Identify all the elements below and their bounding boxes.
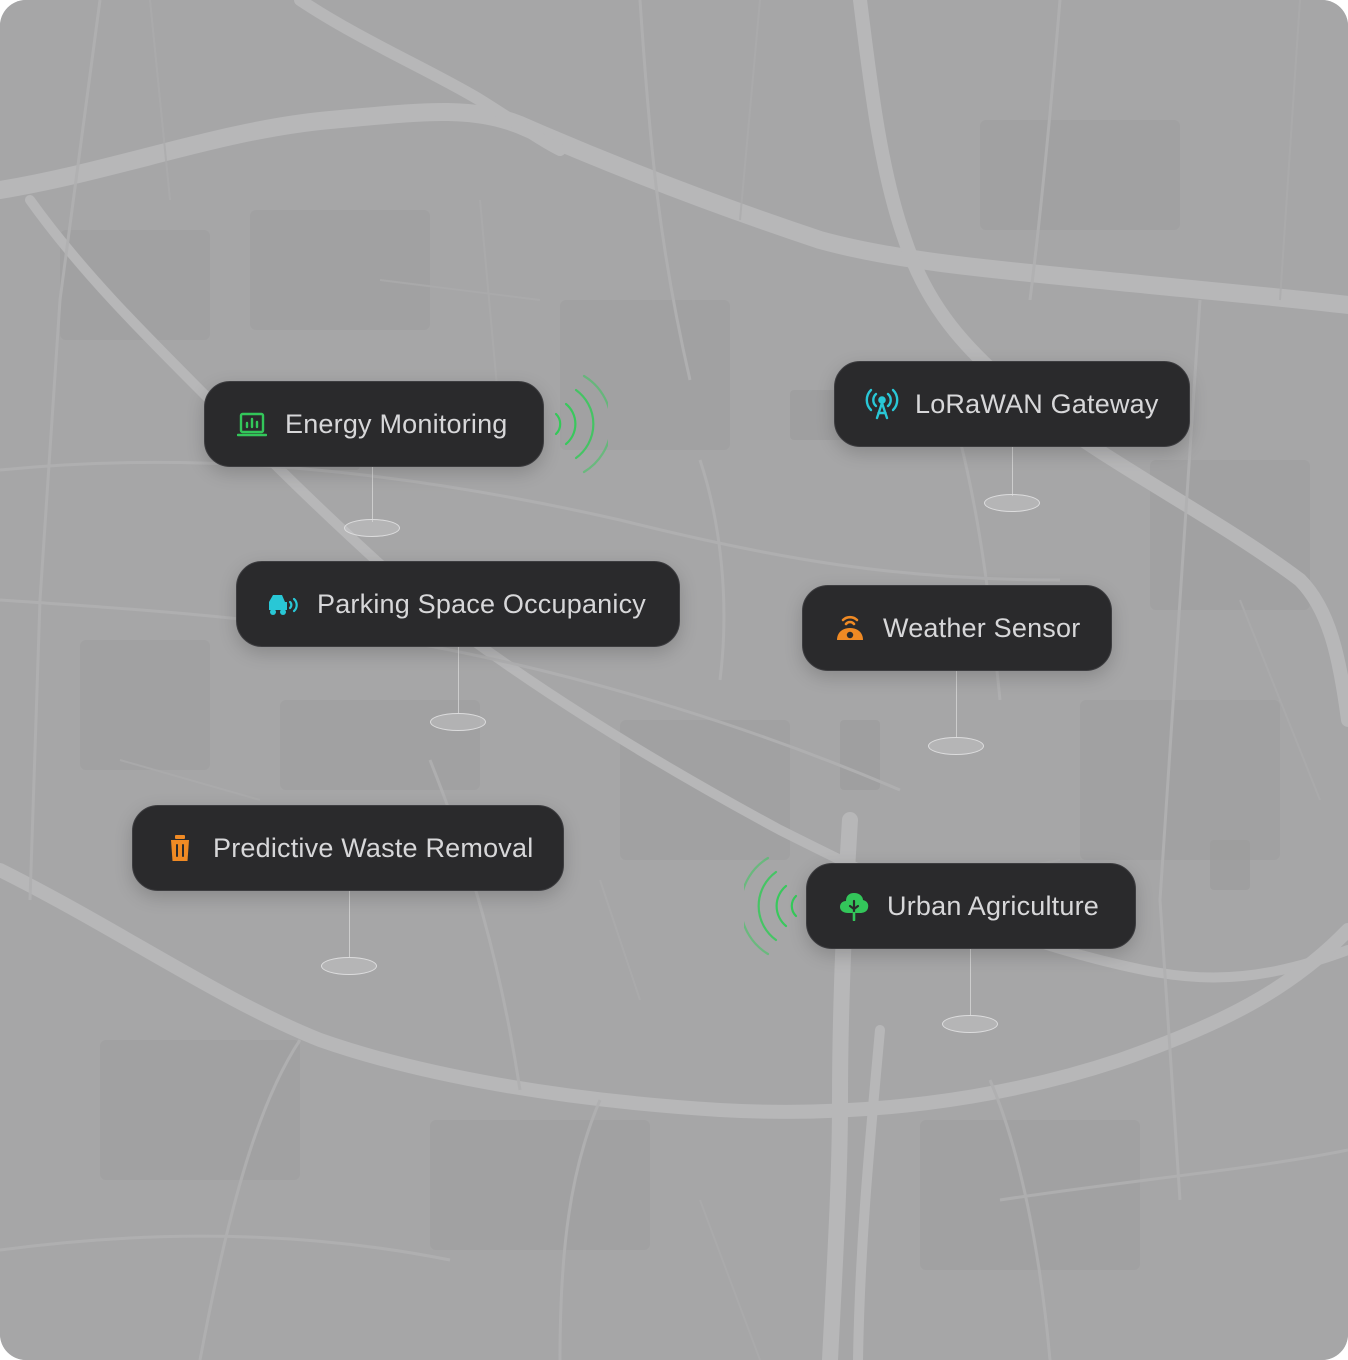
marker-stem: [372, 466, 373, 522]
antenna-icon: [865, 387, 899, 421]
energy-chart-icon: [235, 407, 269, 441]
location-pin: [430, 713, 486, 731]
marker-label: Predictive Waste Removal: [213, 832, 534, 863]
marker-label: Urban Agriculture: [887, 890, 1100, 921]
marker-stem: [458, 646, 459, 714]
location-pin: [984, 494, 1040, 512]
weather-sensor-icon: [833, 611, 867, 645]
marker-label: Weather Sensor: [883, 612, 1081, 643]
city-map[interactable]: Energy Monitoring LoRaWAN Gateway Parkin…: [0, 0, 1348, 1360]
marker-label: Parking Space Occupanicy: [317, 588, 646, 619]
marker-stem: [956, 670, 957, 738]
marker-stem: [1012, 446, 1013, 496]
marker-label: Energy Monitoring: [285, 408, 508, 439]
signal-waves-icon: [554, 374, 608, 474]
energy-monitoring-button[interactable]: Energy Monitoring: [204, 381, 544, 467]
urban-agriculture-button[interactable]: Urban Agriculture: [806, 863, 1136, 949]
lorawan-gateway-button[interactable]: LoRaWAN Gateway: [834, 361, 1190, 447]
marker-stem: [970, 948, 971, 1016]
trash-bin-icon: [163, 831, 197, 865]
predictive-waste-removal-button[interactable]: Predictive Waste Removal: [132, 805, 564, 891]
tree-icon: [837, 889, 871, 923]
car-sensor-icon: [267, 587, 301, 621]
location-pin: [928, 737, 984, 755]
location-pin: [344, 519, 400, 537]
street-map-background: [0, 0, 1348, 1360]
weather-sensor-button[interactable]: Weather Sensor: [802, 585, 1112, 671]
parking-space-occupancy-button[interactable]: Parking Space Occupanicy: [236, 561, 680, 647]
signal-waves-icon: [744, 856, 798, 956]
marker-label: LoRaWAN Gateway: [915, 388, 1159, 419]
marker-stem: [349, 890, 350, 958]
location-pin: [942, 1015, 998, 1033]
location-pin: [321, 957, 377, 975]
